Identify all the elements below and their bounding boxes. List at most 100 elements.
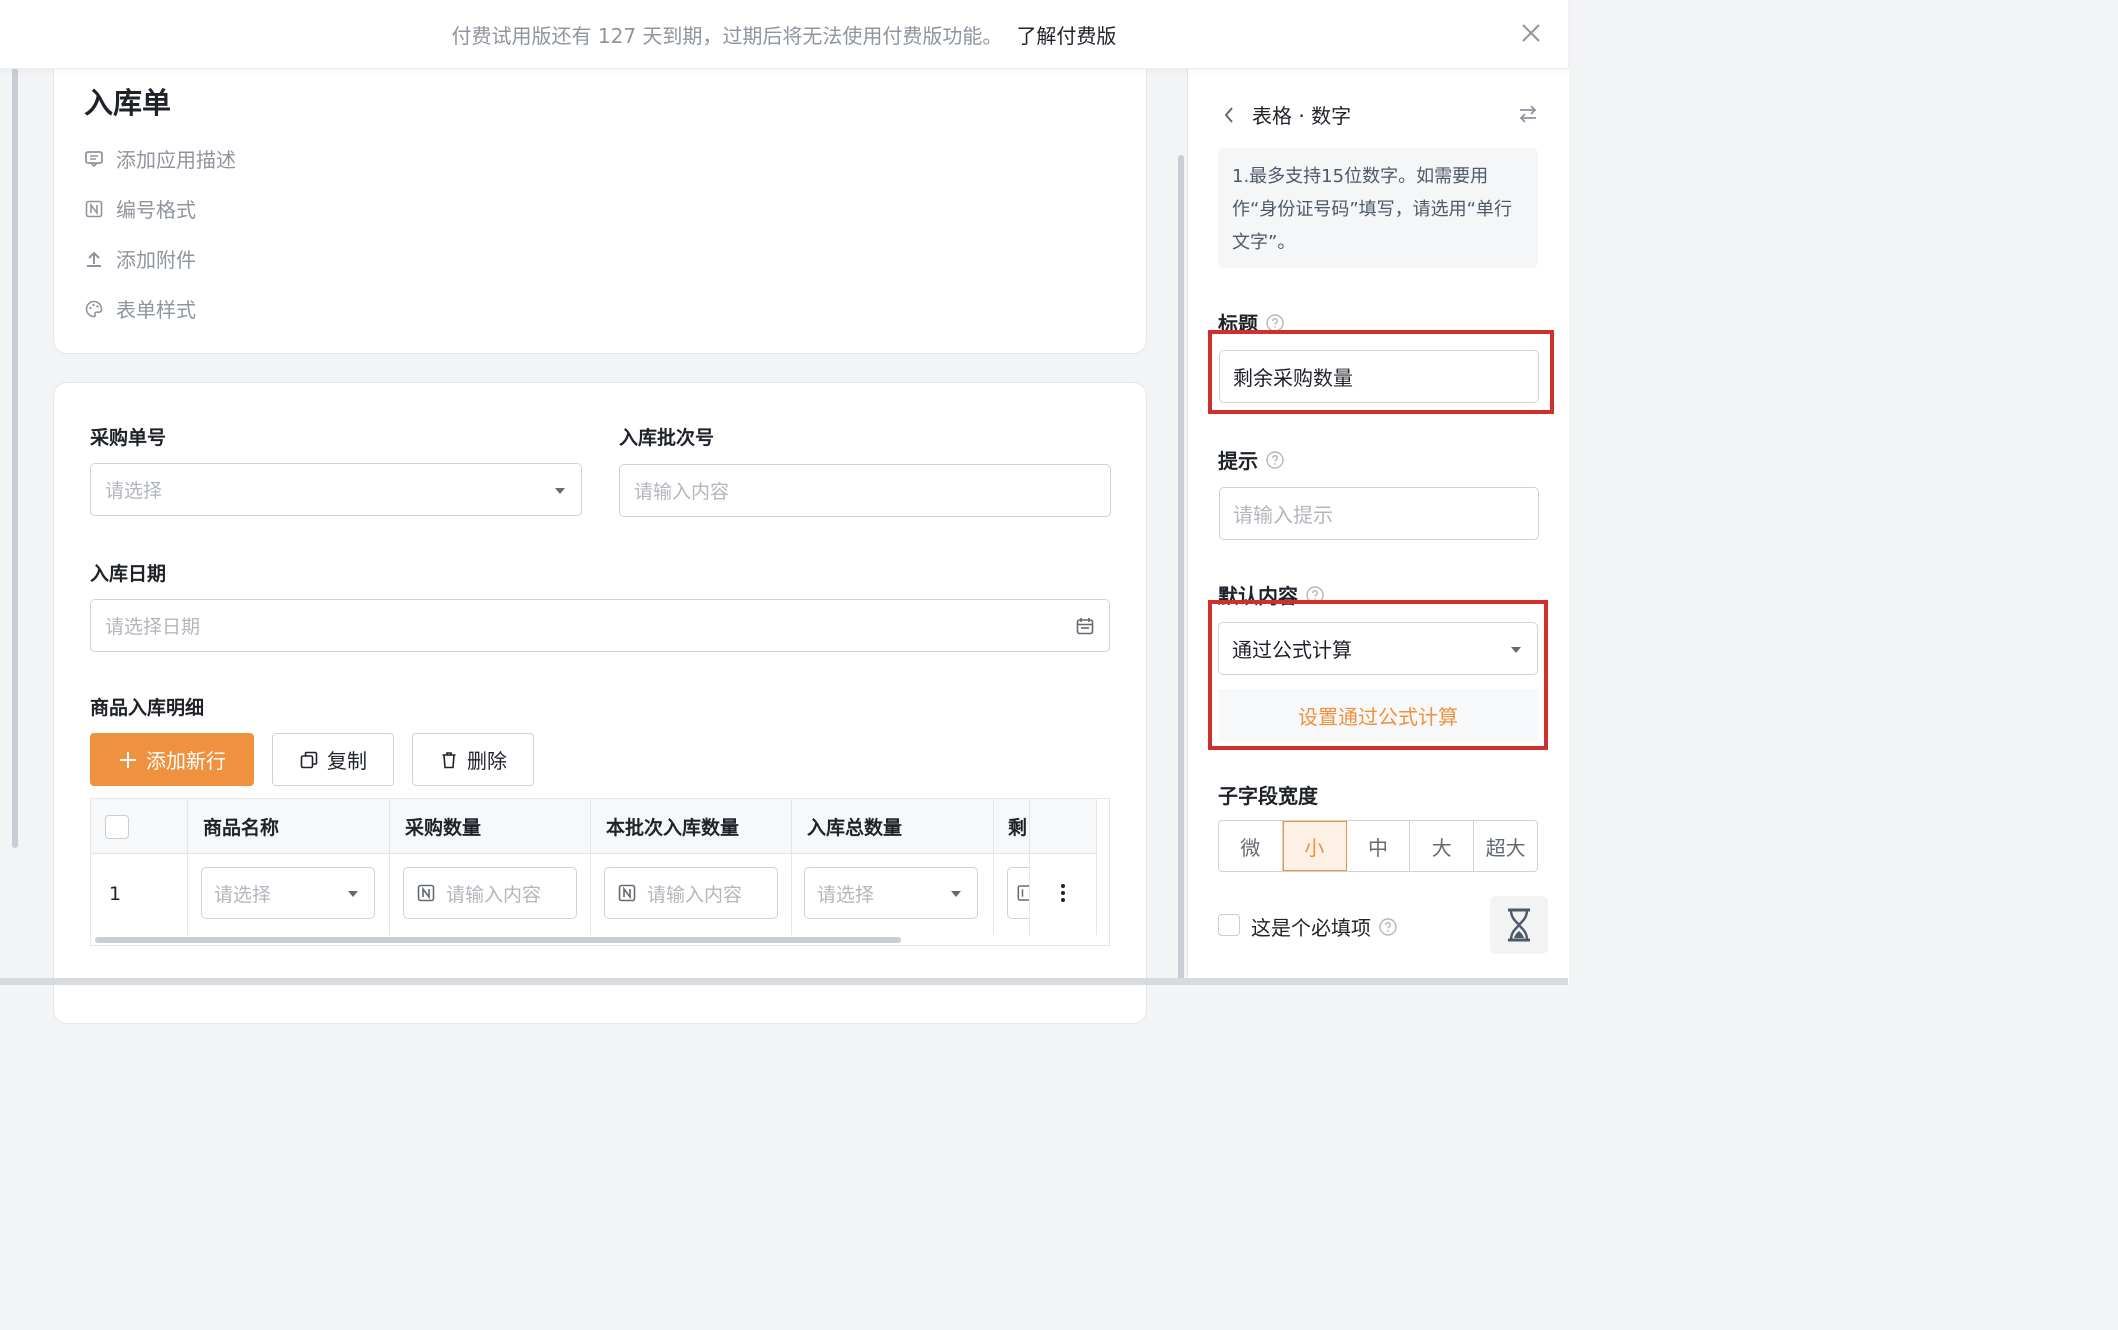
highlight-box-title	[1208, 330, 1554, 414]
cell-placeholder: 请输入内容	[647, 883, 743, 906]
chevron-down-icon	[951, 891, 961, 897]
trial-message: 付费试用版还有 127 天到期，过期后将无法使用付费版功能。	[451, 23, 1003, 48]
bottom-edge	[0, 978, 1568, 985]
info-text: 1.最多支持15位数字。如需要用作“身份证号码”填写，请选用“单行文字”。	[1232, 166, 1512, 253]
column-divider	[1096, 799, 1097, 935]
copy-button[interactable]: 复制	[272, 733, 394, 786]
column-header: 商品名称	[203, 816, 280, 839]
info-box: 1.最多支持15位数字。如需要用作“身份证号码”填写，请选用“单行文字”。	[1218, 148, 1538, 268]
form-title[interactable]: 入库单	[84, 80, 171, 122]
row-index: 1	[109, 883, 122, 905]
batch-no-placeholder: 请输入内容	[634, 481, 730, 503]
help-icon[interactable]	[1266, 450, 1284, 469]
form-style-item[interactable]: 表单样式	[84, 294, 196, 323]
column-divider	[1029, 799, 1030, 935]
horizontal-scrollbar[interactable]	[95, 937, 901, 943]
product-name-select[interactable]: 请选择	[201, 867, 375, 919]
required-checkbox[interactable]	[1218, 914, 1240, 936]
column-header: 采购数量	[405, 816, 482, 839]
delete-label: 删除	[467, 749, 507, 773]
column-divider	[590, 799, 591, 935]
required-label-text: 这是个必填项	[1251, 916, 1371, 940]
add-description-label: 添加应用描述	[116, 148, 236, 172]
add-attachment-label: 添加附件	[116, 248, 196, 272]
column-divider	[187, 799, 188, 935]
column-header: 剩	[1008, 816, 1028, 839]
required-label: 这是个必填项	[1251, 912, 1397, 941]
batch-qty-input[interactable]: 请输入内容	[604, 867, 778, 919]
width-option[interactable]: 中	[1347, 821, 1411, 871]
number-icon	[417, 884, 435, 902]
left-rail	[0, 68, 22, 985]
width-field-label: 子字段宽度	[1218, 784, 1318, 808]
date-picker[interactable]: 请选择日期	[90, 599, 1110, 652]
purchase-no-select[interactable]: 请选择	[90, 463, 582, 516]
column-header: 入库总数量	[807, 816, 903, 839]
column-divider	[791, 799, 792, 935]
trial-banner: 付费试用版还有 127 天到期，过期后将无法使用付费版功能。 了解付费版	[0, 0, 1568, 69]
palette-icon	[85, 300, 103, 317]
batch-no-label: 入库批次号	[619, 427, 715, 449]
hint-label-text: 提示	[1218, 449, 1258, 473]
purchase-no-label: 采购单号	[90, 427, 167, 449]
trash-icon	[442, 751, 456, 768]
number-format-label: 编号格式	[116, 198, 196, 222]
number-icon	[618, 884, 636, 902]
detail-table: 商品名称 采购数量 本批次入库数量 入库总数量 剩 1 请选择 请输入内容 请输…	[90, 798, 1110, 946]
total-qty-select[interactable]: 请选择	[804, 867, 978, 919]
purchase-no-placeholder: 请选择	[105, 480, 163, 502]
cell-placeholder: 请选择	[817, 883, 875, 906]
remaining-qty-input[interactable]	[1007, 867, 1029, 919]
detail-label: 商品入库明细	[90, 697, 205, 719]
hint-input[interactable]: 请输入提示	[1219, 487, 1539, 540]
width-option[interactable]: 超大	[1474, 821, 1537, 871]
form-header-card	[53, 56, 1147, 354]
left-scrollbar[interactable]	[12, 68, 18, 848]
more-vertical-icon[interactable]	[1053, 881, 1073, 905]
form-style-label: 表单样式	[116, 298, 196, 322]
cell-placeholder: 请选择	[214, 883, 272, 906]
number-icon	[1017, 885, 1029, 901]
date-label: 入库日期	[90, 563, 167, 585]
copy-icon	[300, 751, 318, 768]
copy-label: 复制	[327, 749, 367, 773]
add-attachment-item[interactable]: 添加附件	[84, 244, 196, 273]
close-icon[interactable]	[1516, 18, 1546, 48]
hint-field-label: 提示	[1218, 445, 1284, 474]
width-option[interactable]: 大	[1410, 821, 1475, 871]
width-segmented-control: 微 小 中 大 超大	[1218, 820, 1538, 872]
learn-paid-link[interactable]: 了解付费版	[1016, 20, 1116, 49]
comment-icon	[85, 150, 103, 167]
width-option[interactable]: 微	[1219, 821, 1283, 871]
add-row-button[interactable]: 添加新行	[90, 733, 254, 786]
number-format-item[interactable]: 编号格式	[84, 194, 196, 223]
help-icon[interactable]	[1379, 917, 1397, 936]
help-icon[interactable]	[1266, 313, 1284, 332]
add-description-item[interactable]: 添加应用描述	[84, 144, 236, 173]
delete-button[interactable]: 删除	[412, 733, 534, 786]
width-option-selected[interactable]: 小	[1282, 821, 1347, 871]
column-divider	[993, 799, 994, 935]
column-divider	[389, 799, 390, 935]
batch-no-input[interactable]: 请输入内容	[619, 464, 1111, 517]
upload-icon	[87, 251, 101, 267]
main-scrollbar[interactable]	[1178, 155, 1184, 985]
purchase-qty-input[interactable]: 请输入内容	[403, 867, 577, 919]
swap-icon[interactable]	[1516, 102, 1540, 126]
panel-title: 表格 · 数字	[1252, 104, 1352, 128]
add-row-label: 添加新行	[146, 749, 226, 773]
chevron-down-icon	[555, 487, 565, 494]
chevron-down-icon	[348, 891, 358, 897]
number-format-icon	[85, 200, 103, 217]
date-placeholder: 请选择日期	[105, 616, 201, 638]
select-all-checkbox[interactable]	[105, 815, 129, 839]
back-chevron-icon[interactable]	[1222, 105, 1236, 125]
cell-placeholder: 请输入内容	[446, 883, 542, 906]
hourglass-button[interactable]	[1490, 896, 1548, 954]
column-header: 本批次入库数量	[606, 816, 740, 839]
plus-icon	[120, 751, 136, 768]
calendar-icon	[1076, 618, 1094, 635]
hint-placeholder: 请输入提示	[1233, 503, 1333, 527]
hourglass-icon	[1508, 908, 1530, 942]
highlight-box-default	[1208, 600, 1548, 750]
